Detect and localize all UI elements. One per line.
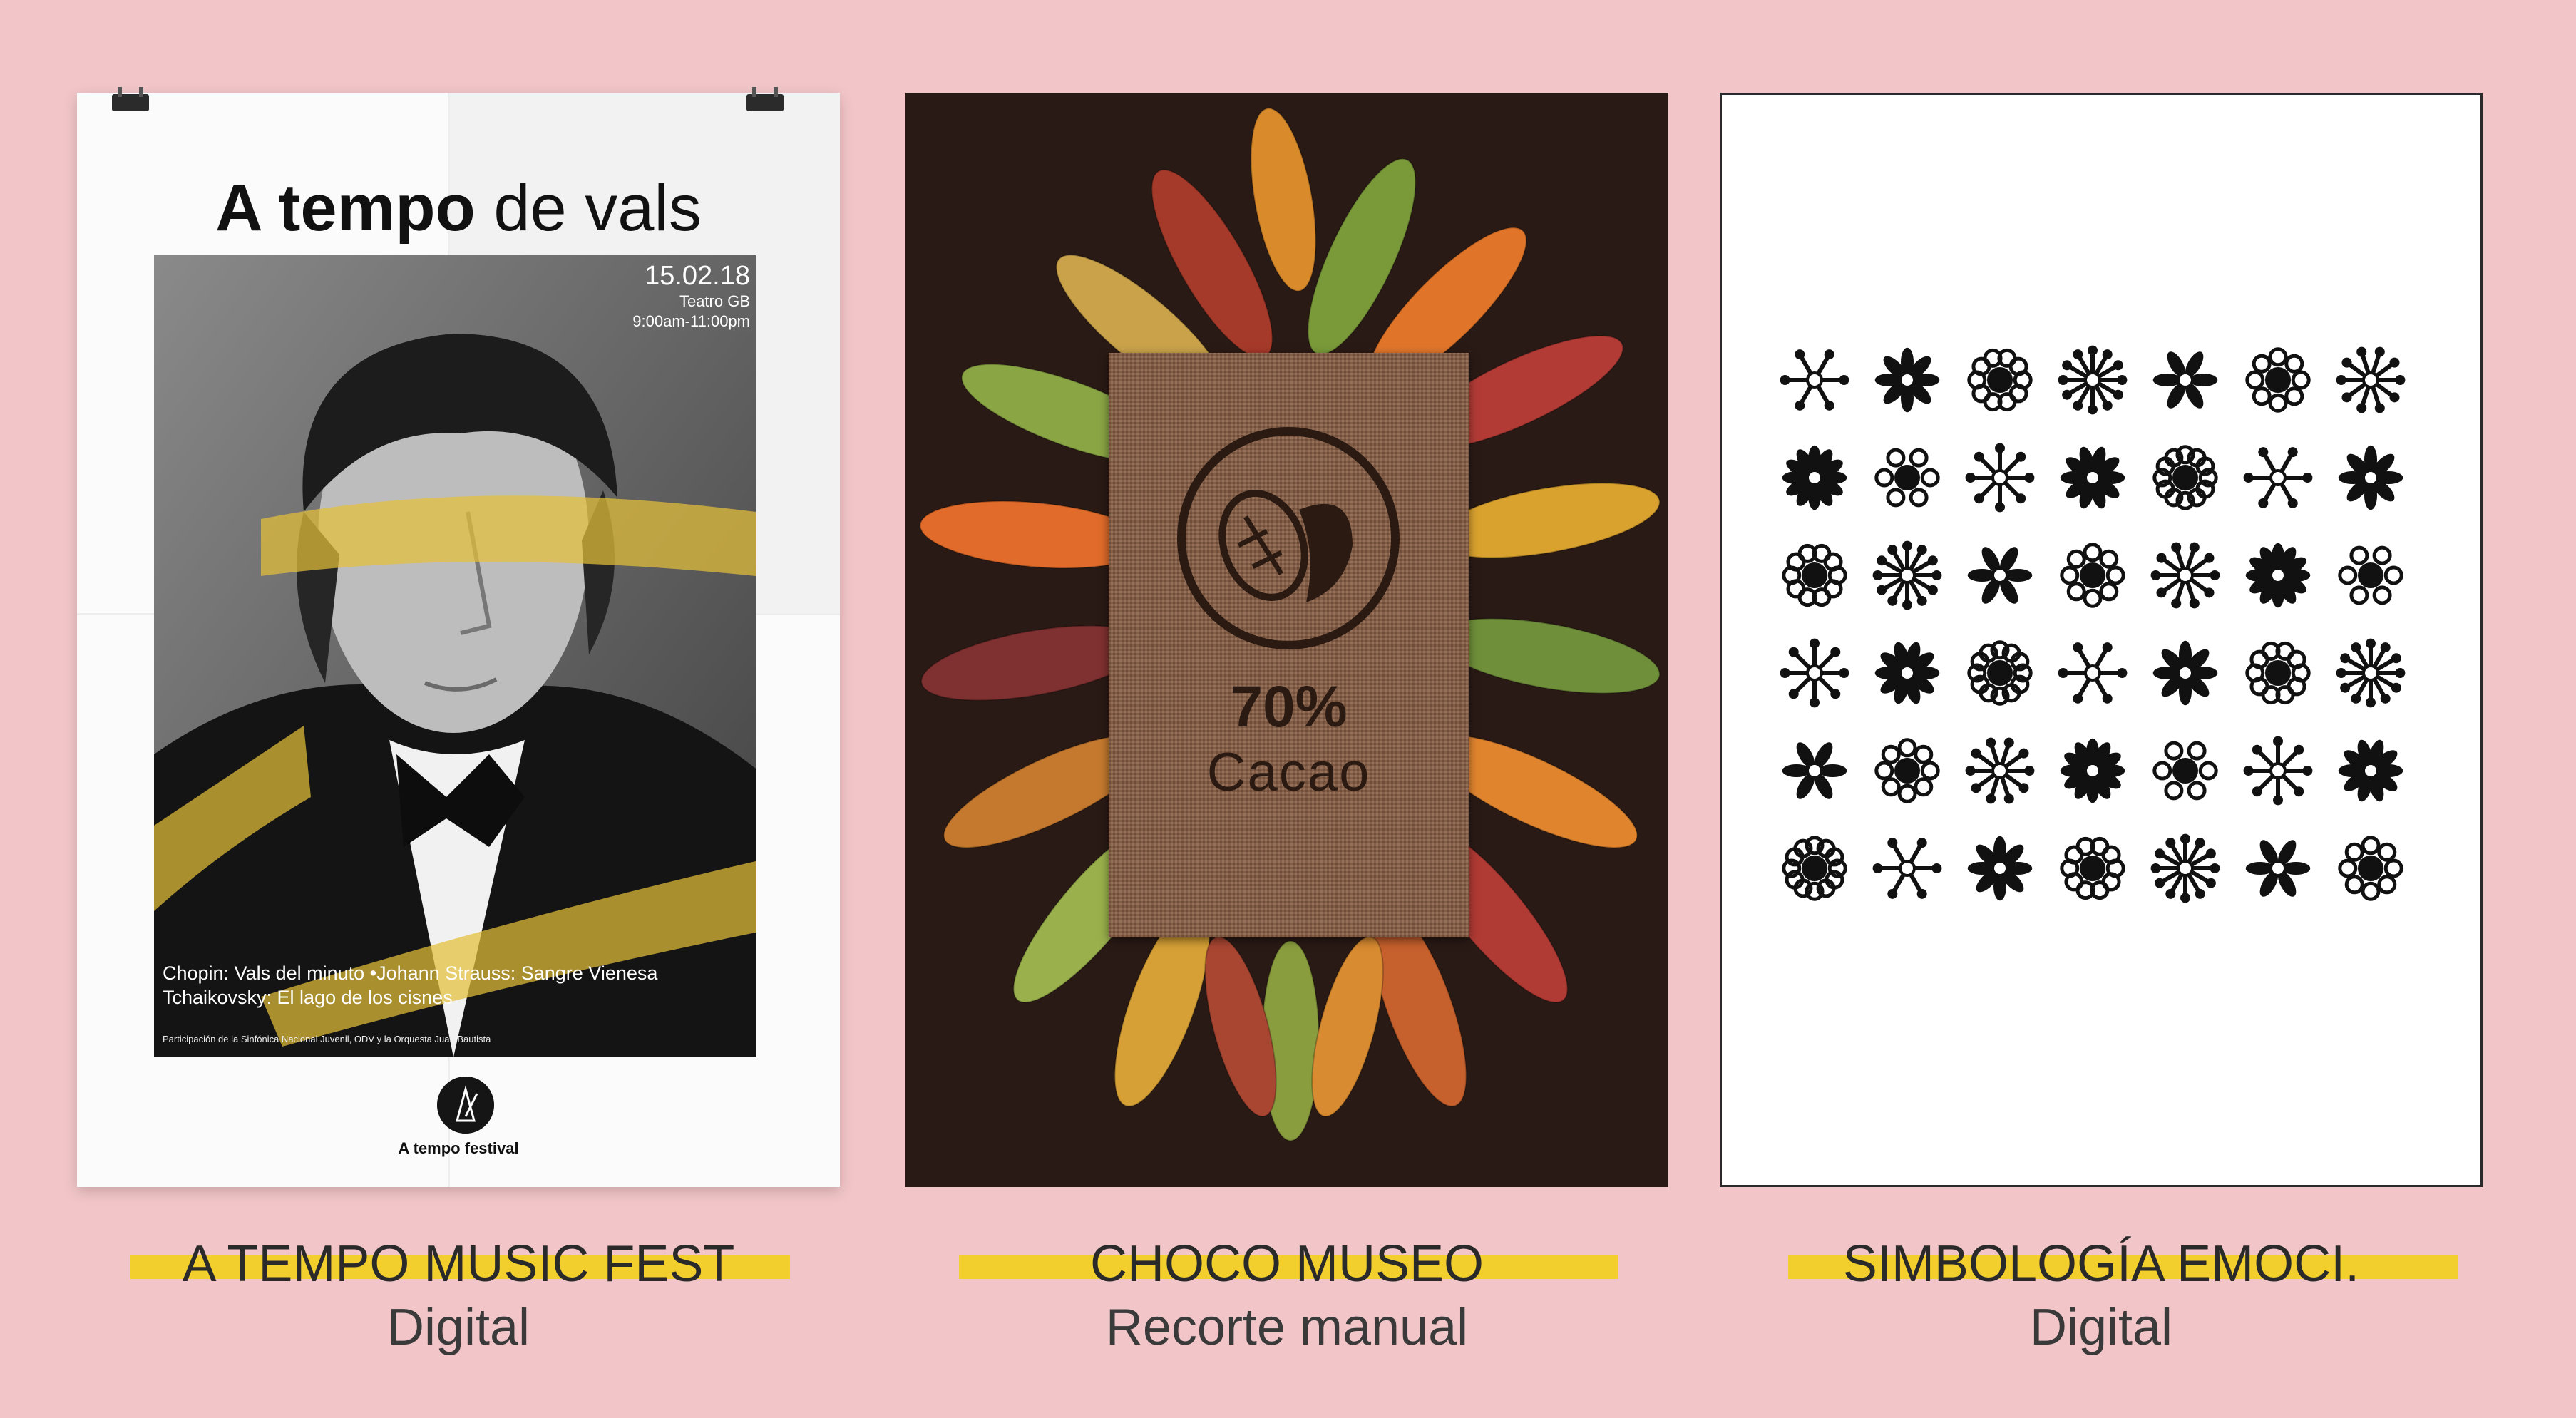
mandala-symbol-icon (2060, 446, 2125, 509)
binder-clip-icon (112, 87, 149, 111)
event-details: 15.02.18 Teatro GB 9:00am-11:00pm (632, 261, 750, 332)
mandala-symbol-icon (2058, 642, 2128, 704)
portrait-photo: 15.02.18 Teatro GB 9:00am-11:00pm Chopin… (154, 255, 756, 1057)
mandala-symbol-icon (2338, 836, 2403, 901)
event-venue: Teatro GB (679, 292, 750, 310)
mandala-symbol-icon (1967, 348, 2033, 412)
caption-title: CHOCO MUSEO (1089, 1235, 1484, 1293)
binder-clip-icon (746, 87, 784, 111)
mandala-symbol-icon (2060, 836, 2125, 900)
cacao-word: Cacao (1206, 742, 1371, 803)
mandala-symbol-icon (1874, 738, 1940, 803)
mandala-symbol-icon (2245, 347, 2311, 413)
mandala-symbol-icon (2245, 641, 2311, 705)
mandala-symbol-icon (1967, 547, 2033, 604)
mandala-symbol-icon (2060, 738, 2125, 803)
mandala-symbol-icon (1874, 448, 1940, 508)
mandala-symbol-icon (2152, 351, 2218, 409)
program-line: Tchaikovsky: El lago de los cisnes (163, 987, 453, 1008)
portrait-illustration (154, 255, 756, 1057)
mandala-symbol-icon (2150, 542, 2220, 609)
mandala-symbol-icon (1780, 638, 1849, 708)
poster-title: A tempo de vals (215, 172, 702, 245)
burlap-label: 70% Cacao (1109, 353, 1469, 937)
poster-a-tempo[interactable]: A tempo de vals 15.02.18 Teatro GB 9:00a… (77, 87, 840, 1187)
mandala-symbol-icon (2338, 445, 2403, 510)
mandala-symbol-icon (1872, 540, 1942, 610)
mandala-symbol-icon (2338, 739, 2403, 802)
caption-subtitle: Recorte manual (1105, 1299, 1469, 1356)
caption-a-tempo: A TEMPO MUSIC FEST Digital (77, 1233, 840, 1360)
mandala-symbol-icon (2152, 640, 2218, 706)
caption-simbologia: SIMBOLOGÍA EMOCI. Digital (1720, 1233, 2483, 1360)
festival-logo-label: A tempo festival (398, 1139, 519, 1157)
mandala-symbol-icon (2243, 447, 2313, 508)
mandala-symbol-icon (2152, 741, 2218, 801)
mandala-symbol-icon (2058, 345, 2128, 415)
cacao-percentage: 70% (1230, 674, 1348, 739)
mandala-symbol-icon (1965, 443, 2035, 513)
mandala-symbol-icon (1782, 543, 1847, 607)
mandala-symbol-icon (2150, 833, 2220, 903)
artwork-simbologia[interactable] (1720, 93, 2483, 1187)
mandala-symbol-icon (1782, 836, 1847, 901)
mandala-symbol-icon (2245, 543, 2311, 608)
caption-subtitle: Digital (386, 1299, 530, 1356)
caption-title: A TEMPO MUSIC FEST (182, 1235, 735, 1293)
program-list: Chopin: Vals del minuto •Johann Strauss:… (163, 961, 657, 1009)
mandala-symbol-icon (2245, 840, 2311, 897)
event-hours: 9:00am-11:00pm (632, 312, 750, 330)
program-line: Chopin: Vals del minuto •Johann Strauss:… (163, 962, 658, 984)
mandala-symbol-icon (2060, 543, 2125, 608)
mandala-symbol-icon (2336, 638, 2406, 708)
mandala-symbol-icon (2336, 346, 2406, 413)
mandala-symbol-icon (1872, 838, 1942, 899)
mandala-symbol-icon (1874, 347, 1940, 413)
mandala-symbol-icon (2152, 445, 2218, 510)
mandala-symbol-icon (1874, 642, 1940, 704)
caption-subtitle: Digital (2029, 1299, 2173, 1356)
credits-small-print: Participación de la Sinfónica Nacional J… (163, 1034, 491, 1044)
artwork-choco-museo[interactable]: 70% Cacao (905, 93, 1668, 1187)
mandala-symbol-icon (2338, 545, 2403, 605)
mandala-symbol-icon (1780, 349, 1849, 411)
caption-choco-museo: CHOCO MUSEO Recorte manual (905, 1233, 1668, 1360)
mandala-symbol-icon (2243, 736, 2313, 806)
mandala-symbol-icon (1967, 640, 2033, 706)
event-date: 15.02.18 (645, 261, 750, 291)
mandala-symbol-icon (1782, 742, 1847, 799)
mandala-symbol-icon (1965, 737, 2035, 804)
mandala-symbol-icon (1967, 836, 2033, 901)
caption-title: SIMBOLOGÍA EMOCI. (1842, 1235, 2360, 1293)
mandala-symbol-icon (1782, 445, 1847, 510)
metronome-icon (437, 1077, 494, 1134)
cacao-pod-icon (1177, 427, 1400, 649)
symbol-grid (1780, 345, 2406, 903)
